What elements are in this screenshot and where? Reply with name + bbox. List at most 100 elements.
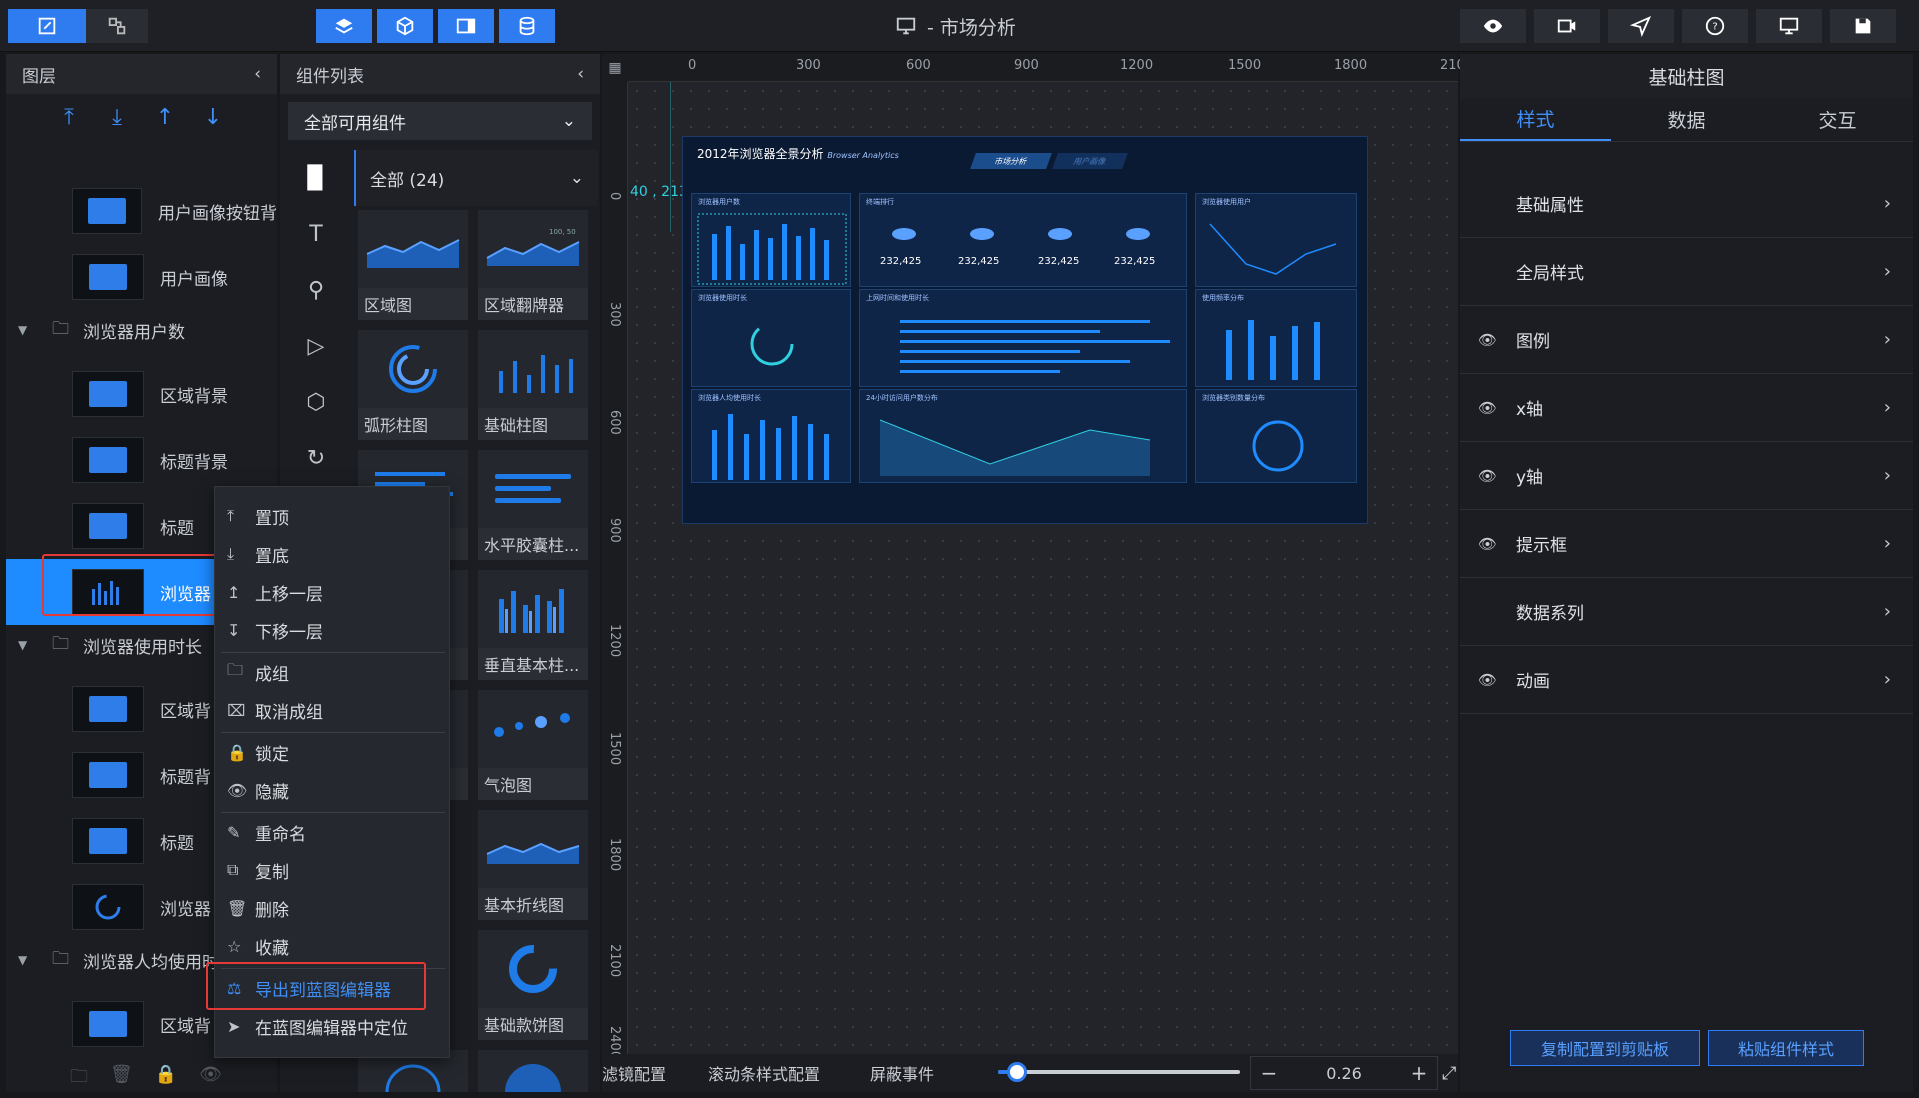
edit-mode-button[interactable] bbox=[8, 9, 86, 43]
menu-item-hide[interactable]: 👁 隐藏 bbox=[215, 771, 449, 809]
bar-chart-category-icon[interactable]: ▉ bbox=[280, 150, 352, 206]
trash-icon[interactable]: 🗑 bbox=[110, 1064, 133, 1092]
tab-style[interactable]: 样式 bbox=[1460, 98, 1611, 141]
layer-item[interactable]: 标题背景 bbox=[6, 427, 277, 493]
publish-button[interactable] bbox=[1608, 9, 1674, 43]
collapse-components-icon[interactable]: ‹ bbox=[577, 64, 584, 84]
prop-row-global[interactable]: 全局样式 › bbox=[1460, 238, 1913, 306]
folder-icon[interactable]: 🗀 bbox=[70, 1064, 88, 1092]
collapse-layers-icon[interactable]: ‹ bbox=[254, 64, 261, 84]
eye-icon[interactable]: 👁 bbox=[1478, 331, 1500, 349]
zoom-value[interactable]: 0.26 bbox=[1287, 1064, 1401, 1083]
ruler-top: 0 300 600 900 1200 1500 1800 210 bbox=[628, 54, 1465, 82]
tab-interaction[interactable]: 交互 bbox=[1762, 98, 1913, 141]
component-subcategory-select[interactable]: 全部 (24) ⌄ bbox=[354, 150, 598, 206]
menu-item-send-to-bottom[interactable]: ⤓ 置底 bbox=[215, 535, 449, 573]
layer-group[interactable]: ▼ 🗀 浏览器用户数 bbox=[6, 310, 277, 350]
dashboard-subtitle: Browser Analytics bbox=[827, 151, 899, 160]
prop-row-legend[interactable]: 👁 图例 › bbox=[1460, 306, 1913, 374]
component-card-capsule-bar[interactable]: 水平胶囊柱... bbox=[478, 450, 588, 560]
component-card-vertical-bar[interactable]: 垂直基本柱... bbox=[478, 570, 588, 680]
tab-data[interactable]: 数据 bbox=[1611, 98, 1762, 141]
snapshot-button[interactable] bbox=[1534, 9, 1600, 43]
move-top-icon[interactable]: ⤒ bbox=[56, 104, 82, 130]
menu-item-move-up[interactable]: ↥ 上移一层 bbox=[215, 573, 449, 611]
dashboard-preview[interactable]: 2012年浏览器全景分析 Browser Analytics 市场分析 用户画像… bbox=[682, 136, 1368, 524]
layer-item[interactable]: 用户画像 bbox=[6, 244, 277, 310]
media-category-icon[interactable]: ▷ bbox=[280, 318, 352, 374]
blueprint-mode-button[interactable] bbox=[86, 9, 148, 43]
dash-panel: 浏览器人均使用时长 bbox=[691, 389, 851, 483]
prop-row-tooltip[interactable]: 👁 提示框 › bbox=[1460, 510, 1913, 578]
save-button[interactable] bbox=[1830, 9, 1896, 43]
eye-icon[interactable]: 👁 bbox=[199, 1064, 222, 1092]
menu-item-favorite[interactable]: ☆ 收藏 bbox=[215, 927, 449, 965]
menu-item-label: 隐藏 bbox=[255, 782, 289, 803]
eye-icon[interactable]: 👁 bbox=[1478, 535, 1500, 553]
filter-config-button[interactable]: 滤镜配置 bbox=[602, 1061, 666, 1085]
component-card-basic-bar[interactable]: 基础柱图 bbox=[478, 330, 588, 440]
move-up-icon[interactable]: ↑ bbox=[152, 104, 178, 130]
menu-item-group[interactable]: 🗀 成组 bbox=[215, 653, 449, 691]
interaction-category-icon[interactable]: ↻ bbox=[280, 430, 352, 486]
scrollbar-style-button[interactable]: 滚动条样式配置 bbox=[708, 1061, 820, 1085]
expand-caret-icon[interactable]: ▼ bbox=[18, 953, 32, 967]
zoom-slider-track[interactable] bbox=[998, 1062, 1240, 1082]
prop-row-series[interactable]: 数据系列 › bbox=[1460, 578, 1913, 646]
ruler-corner-icon[interactable]: ▦ bbox=[602, 54, 628, 82]
component-card-area-chart[interactable]: 区域图 bbox=[358, 210, 468, 320]
menu-item-lock[interactable]: 🔒 锁定 bbox=[215, 733, 449, 771]
move-down-icon[interactable]: ↓ bbox=[200, 104, 226, 130]
eye-icon[interactable]: 👁 bbox=[1478, 671, 1500, 689]
component-card-partial[interactable] bbox=[478, 1050, 588, 1098]
zoom-stepper: − 0.26 + bbox=[1250, 1056, 1438, 1090]
menu-item-ungroup[interactable]: ⌧ 取消成组 bbox=[215, 691, 449, 729]
layers-toggle-button[interactable] bbox=[316, 9, 372, 43]
component-card-bubble[interactable]: 气泡图 bbox=[478, 690, 588, 800]
ruler-tick: 900 bbox=[607, 518, 622, 543]
menu-item-move-down[interactable]: ↧ 下移一层 bbox=[215, 611, 449, 649]
text-category-icon[interactable]: T bbox=[280, 206, 352, 262]
component-card-pie[interactable]: 基础款饼图 bbox=[478, 930, 588, 1040]
component-filter-select[interactable]: 全部可用组件 ⌄ bbox=[288, 102, 592, 140]
paste-style-button[interactable]: 粘贴组件样式 bbox=[1708, 1030, 1864, 1066]
move-bottom-icon[interactable]: ⤓ bbox=[104, 104, 130, 130]
copy-config-button[interactable]: 复制配置到剪贴板 bbox=[1510, 1030, 1700, 1066]
eye-icon[interactable]: 👁 bbox=[1478, 467, 1500, 485]
lock-icon[interactable]: 🔒 bbox=[155, 1064, 177, 1092]
component-card-area-flip[interactable]: 100, 50 区域翻牌器 bbox=[478, 210, 588, 320]
prop-row-yaxis[interactable]: 👁 y轴 › bbox=[1460, 442, 1913, 510]
menu-item-rename[interactable]: ✎ 重命名 bbox=[215, 813, 449, 851]
menu-item-bring-to-top[interactable]: ⤒ 置顶 bbox=[215, 497, 449, 535]
layer-thumbnail bbox=[72, 371, 144, 417]
zoom-out-button[interactable]: − bbox=[1251, 1061, 1287, 1085]
component-card-arc-bar[interactable]: 弧形柱图 bbox=[358, 330, 468, 440]
release-button[interactable] bbox=[1756, 9, 1822, 43]
zoom-in-button[interactable]: + bbox=[1401, 1061, 1437, 1085]
prop-row-animation[interactable]: 👁 动画 › bbox=[1460, 646, 1913, 714]
menu-item-copy[interactable]: ⧉ 复制 bbox=[215, 851, 449, 889]
config-toggle-button[interactable] bbox=[438, 9, 494, 43]
help-button[interactable]: ? bbox=[1682, 9, 1748, 43]
preview-button[interactable] bbox=[1460, 9, 1526, 43]
layer-item[interactable]: 区域背景 bbox=[6, 361, 277, 427]
eye-icon[interactable]: 👁 bbox=[1478, 399, 1500, 417]
zoom-slider-handle[interactable] bbox=[1007, 1062, 1027, 1082]
shield-events-button[interactable]: 屏蔽事件 bbox=[870, 1061, 934, 1085]
component-card-basic-line[interactable]: 基本折线图 bbox=[478, 810, 588, 920]
menu-item-locate-blueprint[interactable]: ➤ 在蓝图编辑器中定位 bbox=[215, 1007, 449, 1045]
3d-category-icon[interactable]: ⬡ bbox=[280, 374, 352, 430]
data-toggle-button[interactable] bbox=[499, 9, 555, 43]
prop-row-xaxis[interactable]: 👁 x轴 › bbox=[1460, 374, 1913, 442]
fit-screen-icon[interactable]: ⤢ bbox=[1442, 1063, 1456, 1084]
menu-item-label: 锁定 bbox=[255, 744, 289, 765]
expand-caret-icon[interactable]: ▼ bbox=[18, 638, 32, 652]
components-toggle-button[interactable] bbox=[377, 9, 433, 43]
expand-caret-icon[interactable]: ▼ bbox=[18, 323, 32, 337]
prop-row-basic[interactable]: 基础属性 › bbox=[1460, 170, 1913, 238]
map-category-icon[interactable]: ⚲ bbox=[280, 262, 352, 318]
menu-item-delete[interactable]: 🗑 删除 bbox=[215, 889, 449, 927]
layer-item[interactable]: 用户画像按钮背 bbox=[6, 178, 277, 244]
dash-panel: 终端排行 232,425 232,425 232,425 232,425 bbox=[859, 193, 1187, 287]
component-card-label: 基本折线图 bbox=[478, 888, 588, 920]
